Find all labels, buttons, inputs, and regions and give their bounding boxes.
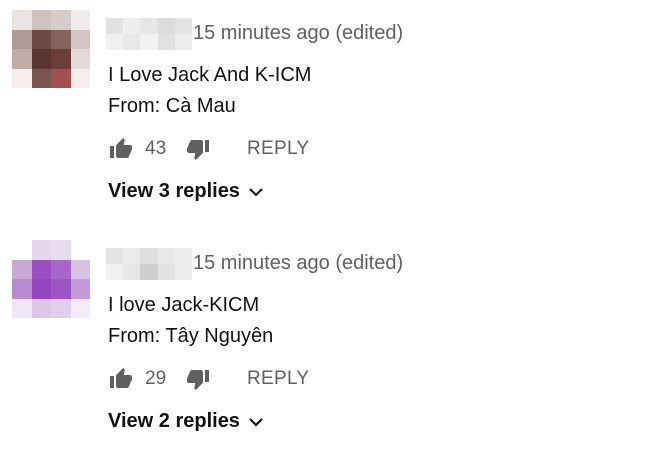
view-replies-label: View 2 replies [108, 410, 240, 432]
like-button[interactable] [106, 134, 136, 164]
view-replies-button[interactable]: View 2 replies [108, 410, 264, 433]
thumb-up-icon [110, 138, 132, 158]
comment-timestamp[interactable]: 15 minutes ago (edited) [193, 252, 403, 275]
dislike-button[interactable] [183, 134, 213, 164]
reply-button[interactable]: REPLY [247, 368, 309, 390]
avatar[interactable] [12, 240, 90, 318]
comment-line: I love Jack-KICM [108, 294, 260, 316]
comment-line: I Love Jack And K-ICM [108, 64, 312, 86]
reply-button[interactable]: REPLY [247, 138, 309, 160]
comment-timestamp[interactable]: 15 minutes ago (edited) [193, 22, 403, 45]
avatar[interactable] [12, 10, 90, 88]
comment-text: I Love Jack And K-ICM From: Cà Mau [108, 60, 311, 122]
thumb-down-icon [187, 140, 209, 160]
chevron-down-icon [248, 186, 264, 198]
comment-line: From: Tây Nguyên [108, 325, 274, 347]
view-replies-button[interactable]: View 3 replies [108, 180, 264, 203]
dislike-button[interactable] [183, 364, 213, 394]
chevron-down-icon [248, 416, 264, 428]
comment-action-bar: 43 REPLY [106, 134, 309, 164]
comment-line: From: Cà Mau [108, 95, 236, 117]
thumb-down-icon [187, 370, 209, 390]
thumb-up-icon [110, 368, 132, 388]
comment-action-bar: 29 REPLY [106, 364, 309, 394]
view-replies-label: View 3 replies [108, 180, 240, 202]
like-count: 43 [145, 138, 167, 159]
like-count: 29 [145, 368, 167, 389]
author-name-pixelated[interactable] [106, 248, 192, 280]
author-name-pixelated[interactable] [106, 18, 192, 50]
comment-text: I love Jack-KICM From: Tây Nguyên [108, 290, 273, 352]
like-button[interactable] [106, 364, 136, 394]
